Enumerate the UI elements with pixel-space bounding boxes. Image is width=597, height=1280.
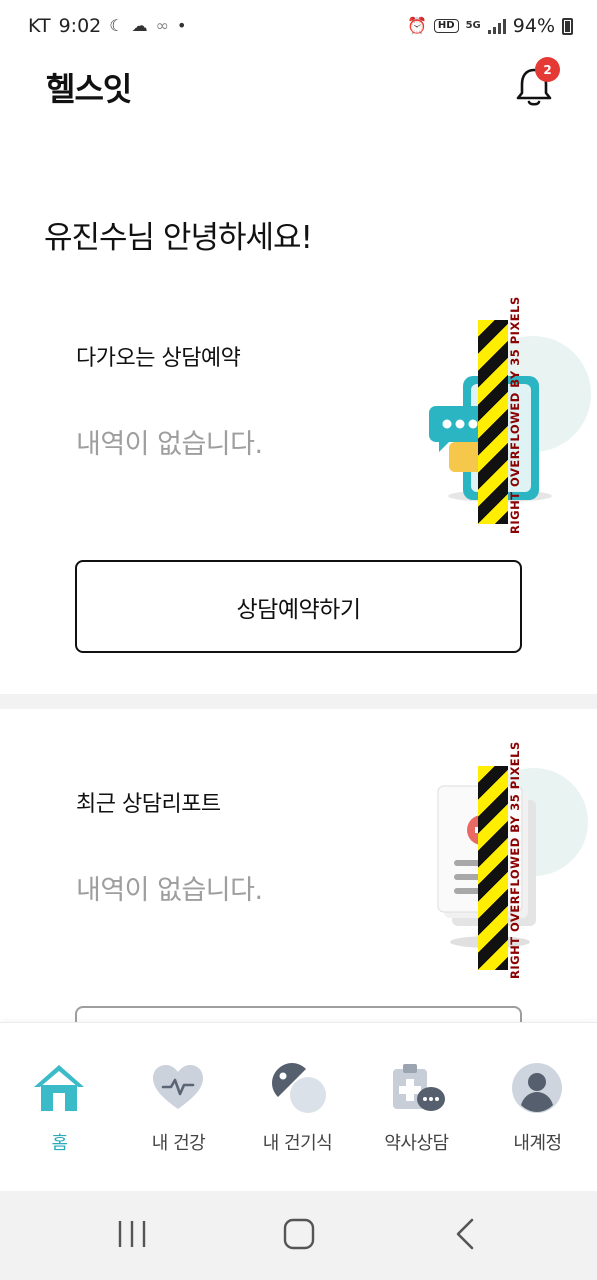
overflow-warning-stripe [478,320,508,524]
battery-percent: 94% [512,15,555,37]
dot-icon: • [176,16,187,35]
overflow-warning-stripe [478,766,508,970]
app-bar: 헬스잇 [0,52,597,118]
home-button-icon[interactable] [282,1217,316,1251]
nav-label-my-account: 내계정 [513,1133,562,1154]
back-icon[interactable] [452,1217,478,1251]
report-card-empty-text: 내역이 없습니다. [76,875,263,906]
medical-chat-icon [393,1064,445,1111]
nav-item-my-account[interactable]: 내계정 [478,1023,597,1192]
alarm-icon: ⏰ [407,16,427,35]
status-bar: KT 9:02 ☾ ☁ ∞ • ⏰ HD 5G 94% [0,0,597,52]
glasses-icon: ∞ [155,16,169,35]
section-divider [0,694,597,709]
pill-icon [272,1063,326,1113]
system-nav-bar [0,1191,597,1280]
nav-label-my-supplements: 내 건기식 [262,1133,333,1154]
carrier-label: KT [28,15,51,37]
overflow-warning-text: RIGHT OVERFLOWED BY 35 PIXELS [508,296,522,534]
nav-label-my-health: 내 건강 [151,1133,206,1154]
report-card-title: 최근 상담리포트 [76,792,221,817]
notification-badge: 2 [535,57,560,82]
heart-pulse-icon [153,1065,203,1109]
status-left: KT 9:02 ☾ ☁ ∞ • [28,15,186,37]
nav-item-pharmacist-consult[interactable]: 약사상담 [357,1023,476,1192]
nav-item-home[interactable]: 홈 [0,1023,119,1192]
status-right: ⏰ HD 5G 94% [407,15,573,37]
nav-label-home: 홈 [51,1133,68,1154]
nav-item-my-health[interactable]: 내 건강 [119,1023,238,1192]
cloud-icon: ☁ [131,16,148,35]
time-label: 9:02 [58,15,102,37]
greeting-text: 유진수님 안녕하세요! [44,220,313,256]
upcoming-card-title: 다가오는 상담예약 [76,346,241,371]
battery-icon [562,17,573,35]
home-icon [34,1065,84,1111]
nav-item-my-supplements[interactable]: 내 건기식 [238,1023,357,1192]
moon-icon: ☾ [109,16,124,35]
user-icon [512,1063,562,1113]
book-consultation-button[interactable]: 상담예약하기 [75,560,522,653]
signal-icon [487,18,506,34]
hd-badge: HD [433,19,459,33]
network-label: 5G [465,20,481,31]
nav-label-pharmacist-consult: 약사상담 [384,1133,449,1154]
upcoming-card-empty-text: 내역이 없습니다. [76,429,263,460]
bottom-nav: 홈 내 건강 내 건기식 약사상담 내계정 [0,1022,597,1191]
recent-apps-icon[interactable] [116,1217,148,1251]
app-title: 헬스잇 [46,70,132,108]
overflow-warning-text: RIGHT OVERFLOWED BY 35 PIXELS [508,741,522,979]
